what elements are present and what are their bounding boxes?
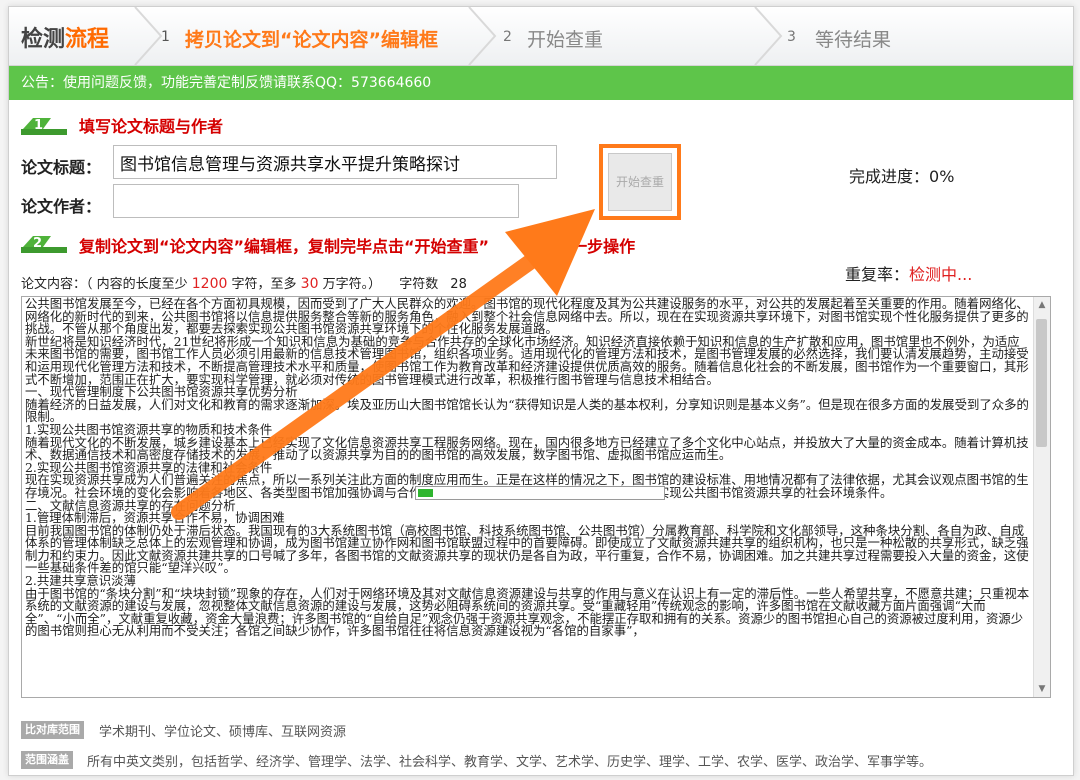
- content-scrollbar[interactable]: ▲ ▼: [1033, 297, 1050, 697]
- loading-progress-fill: [418, 489, 433, 497]
- notice-bar: 公告：使用问题反馈，功能完善定制反馈请联系QQ：573664660: [9, 66, 1073, 100]
- step-divider-icon: [468, 7, 497, 65]
- paper-author-label: 论文作者：: [21, 197, 102, 216]
- paper-content-text: 公共图书馆发展至今，已经在各个方面初具规模，因而受到了广大人民群众的欢迎。图书馆…: [25, 296, 1030, 639]
- char-count-label: 字符数: [399, 277, 439, 292]
- start-check-highlight: 开始查重: [599, 144, 681, 220]
- compare-scope-tag: 比对库范围: [21, 721, 84, 739]
- completion-progress: 完成进度：0%: [849, 167, 955, 186]
- scroll-up-icon[interactable]: ▲: [1034, 297, 1050, 313]
- paper-author-input[interactable]: [113, 184, 519, 218]
- steps-title: 检测流程: [21, 27, 110, 52]
- coverage-tag: 范围涵盖: [21, 751, 73, 769]
- paper-title-input[interactable]: [113, 145, 557, 179]
- svg-text:2: 2: [33, 236, 42, 251]
- svg-text:1: 1: [34, 118, 43, 133]
- duplicate-rate: 重复率：检测中...: [845, 265, 973, 284]
- checker-panel: 检测流程 1 拷贝论文到“论文内容”编辑框 2 开始查重 3 等待结果 公告：使…: [8, 6, 1074, 776]
- process-steps-bar: 检测流程 1 拷贝论文到“论文内容”编辑框 2 开始查重 3 等待结果: [9, 7, 1073, 66]
- loading-progress-bar: [415, 486, 665, 500]
- coverage-text: 所有中英文类别，包括哲学、经济学、管理学、法学、社会科学、教育学、文学、艺术学、…: [87, 755, 933, 770]
- scroll-down-icon[interactable]: ▼: [1034, 681, 1050, 697]
- step-one-badge-icon: 1: [21, 118, 67, 135]
- scroll-thumb[interactable]: [1036, 319, 1047, 447]
- step-divider-icon: [754, 7, 783, 65]
- paper-title-label: 论文标题：: [21, 158, 102, 177]
- step-two-badge-icon: 2: [21, 236, 67, 253]
- compare-scope-text: 学术期刊、学位论文、硕博库、互联网资源: [99, 725, 347, 740]
- section-title-fill-info: 填写论文标题与作者: [79, 117, 224, 136]
- start-check-button[interactable]: 开始查重: [608, 153, 672, 211]
- char-count-value: 28: [450, 277, 467, 292]
- section-title-paste-content: 复制论文到“论文内容”编辑框，复制完毕点击“开始查重” 进入下一步操作: [79, 237, 636, 256]
- content-length-hint: 论文内容：（ 内容的长度至少 1200 字符，至多 30 万字符。） 字符数 28: [21, 276, 467, 292]
